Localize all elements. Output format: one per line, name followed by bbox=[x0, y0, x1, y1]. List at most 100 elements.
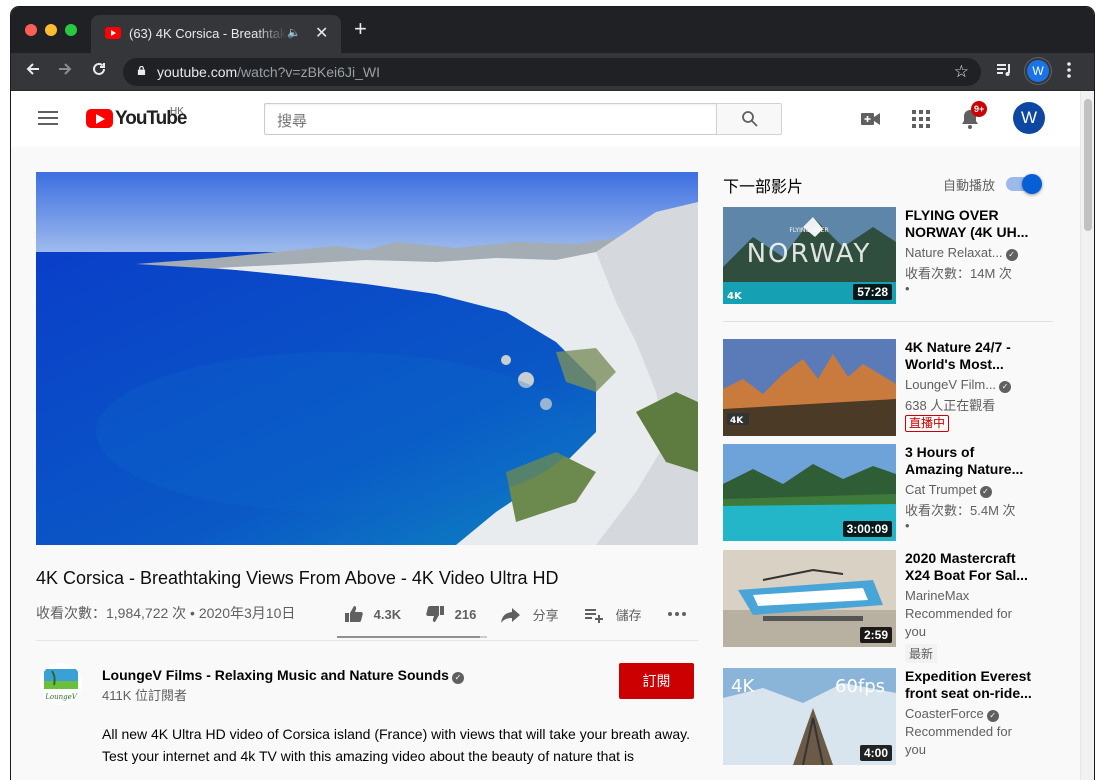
svg-text:NORWAY: NORWAY bbox=[747, 239, 872, 269]
share-button[interactable]: 分享 bbox=[501, 605, 559, 624]
video-thumbnail[interactable]: 4K 60fps 4:00 bbox=[723, 668, 896, 765]
rec-meta: 收看次數：5.4M 次 bbox=[905, 503, 1016, 518]
recommended-video[interactable]: 3:00:09 3 Hours of Amazing Nature... Cat… bbox=[723, 444, 1068, 542]
svg-text:4K: 4K bbox=[731, 676, 755, 697]
apps-grid-icon[interactable] bbox=[909, 107, 933, 131]
verified-check-icon: ✓ bbox=[979, 486, 992, 498]
rec-channel[interactable]: LoungeV Film... ✓ bbox=[905, 377, 1012, 393]
hamburger-menu-icon[interactable] bbox=[38, 111, 58, 125]
new-tab-button[interactable]: + bbox=[354, 18, 367, 40]
rec-title[interactable]: 3 Hours of Amazing Nature... bbox=[905, 444, 1033, 478]
speaker-icon[interactable]: 🔈 bbox=[287, 26, 301, 39]
svg-text:4K: 4K bbox=[727, 291, 743, 302]
save-label: 儲存 bbox=[615, 608, 642, 623]
save-button[interactable]: 儲存 bbox=[584, 605, 642, 624]
svg-text:60fps: 60fps bbox=[835, 676, 885, 697]
scrollbar-thumb[interactable] bbox=[1084, 99, 1092, 231]
live-badge: 直播中 bbox=[905, 415, 950, 432]
video-thumbnail[interactable]: 3:00:09 bbox=[723, 444, 896, 541]
toggle-knob[interactable] bbox=[1022, 174, 1042, 194]
rec-meta-2: you bbox=[905, 742, 926, 757]
video-player[interactable] bbox=[36, 172, 698, 545]
rec-meta-dot: • bbox=[905, 281, 910, 296]
like-ratio-fill bbox=[337, 636, 480, 638]
rec-channel[interactable]: CoasterForce ✓ bbox=[905, 706, 999, 722]
browser-toolbar: youtube.com/watch?v=zBKei6Ji_WI ☆ W bbox=[11, 53, 1094, 91]
autoplay-toggle[interactable] bbox=[1006, 174, 1042, 194]
video-duration: 57:28 bbox=[853, 284, 892, 300]
channel-avatar[interactable]: LoungeV bbox=[40, 663, 82, 705]
logo-region: HK bbox=[170, 106, 184, 117]
video-thumbnail[interactable]: 2:59 bbox=[723, 550, 896, 647]
svg-text:LoungeV: LoungeV bbox=[44, 693, 78, 701]
video-duration: 4:00 bbox=[859, 745, 892, 761]
address-bar[interactable]: youtube.com/watch?v=zBKei6Ji_WI ☆ bbox=[123, 58, 981, 86]
minimize-window-button[interactable] bbox=[45, 24, 57, 36]
bookmark-star-icon[interactable]: ☆ bbox=[954, 62, 969, 82]
svg-text:4K: 4K bbox=[730, 416, 744, 426]
kebab-menu-icon[interactable] bbox=[1066, 61, 1072, 84]
close-tab-icon[interactable]: ✕ bbox=[315, 23, 328, 43]
recommended-video[interactable]: 2:59 2020 Mastercraft X24 Boat For Sal..… bbox=[723, 550, 1068, 663]
rec-channel[interactable]: MarineMax bbox=[905, 588, 969, 603]
youtube-favicon-icon bbox=[105, 27, 121, 39]
svg-text:FLYING OVER: FLYING OVER bbox=[789, 227, 828, 234]
dislike-count: 216 bbox=[454, 607, 477, 622]
browser-profile-avatar[interactable]: W bbox=[1027, 60, 1049, 82]
account-avatar[interactable]: W bbox=[1013, 102, 1045, 134]
rec-meta: Recommended for bbox=[905, 724, 1012, 739]
subscribe-button[interactable]: 訂閱 bbox=[619, 663, 694, 699]
rec-meta-2: you bbox=[905, 624, 926, 639]
notification-count-badge: 9+ bbox=[971, 101, 988, 117]
back-arrow-icon[interactable] bbox=[25, 61, 41, 81]
rec-title[interactable]: Expedition Everest front seat on-ride... bbox=[905, 668, 1033, 702]
verified-check-icon: ✓ bbox=[1005, 249, 1018, 261]
rec-meta-dot: • bbox=[905, 518, 910, 533]
divider bbox=[36, 640, 698, 641]
youtube-play-logo-icon bbox=[86, 109, 113, 128]
rec-title[interactable]: FLYING OVER NORWAY (4K UH... bbox=[905, 207, 1033, 241]
autoplay-label: 自動播放 bbox=[943, 178, 996, 193]
forward-arrow-icon[interactable] bbox=[57, 61, 73, 81]
video-duration: 2:59 bbox=[859, 627, 892, 643]
video-thumbnail[interactable]: FLYING OVER NORWAY 4K 57:28 bbox=[723, 207, 896, 304]
more-actions-icon[interactable] bbox=[667, 605, 687, 620]
rec-channel[interactable]: Cat Trumpet ✓ bbox=[905, 482, 992, 498]
search-button[interactable] bbox=[716, 103, 782, 135]
close-window-button[interactable] bbox=[25, 24, 37, 36]
view-count-date: 收看次數：1,984,722 次 • 2020年3月10日 bbox=[36, 605, 296, 621]
media-playlist-icon[interactable] bbox=[995, 61, 1013, 84]
rec-title[interactable]: 2020 Mastercraft X24 Boat For Sal... bbox=[905, 550, 1033, 584]
recommended-video[interactable]: 4K 4K Nature 24/7 - World's Most... Loun… bbox=[723, 339, 1068, 437]
recommended-video[interactable]: FLYING OVER NORWAY 4K 57:28 FLYING OVER … bbox=[723, 207, 1068, 305]
reload-icon[interactable] bbox=[91, 61, 107, 81]
video-title: 4K Corsica - Breathtaking Views From Abo… bbox=[36, 568, 559, 588]
create-video-icon[interactable] bbox=[859, 107, 883, 131]
thumbs-up-icon bbox=[345, 606, 363, 622]
video-description: All new 4K Ultra HD video of Corsica isl… bbox=[102, 726, 690, 764]
rec-title[interactable]: 4K Nature 24/7 - World's Most... bbox=[905, 339, 1033, 373]
video-thumbnail[interactable]: 4K bbox=[723, 339, 896, 436]
rec-meta: 638 人正在觀看 bbox=[905, 398, 996, 413]
search-input[interactable]: 搜尋 bbox=[264, 103, 716, 135]
browser-window: (63) 4K Corsica - Breathtaking Views Fro… bbox=[11, 7, 1094, 780]
recommended-video[interactable]: 4K 60fps 4:00 Expedition Everest front s… bbox=[723, 668, 1068, 766]
browser-tab[interactable]: (63) 4K Corsica - Breathtaking Views Fro… bbox=[91, 15, 341, 53]
like-dislike-ratio-bar bbox=[337, 636, 487, 638]
section-divider bbox=[723, 321, 1053, 322]
new-badge: 最新 bbox=[905, 644, 938, 663]
video-duration: 3:00:09 bbox=[842, 521, 892, 537]
like-button[interactable]: 4.3K bbox=[344, 605, 401, 623]
rec-channel[interactable]: Nature Relaxat... ✓ bbox=[905, 245, 1018, 261]
rec-meta: 收看次數：14M 次 bbox=[905, 266, 1012, 281]
tab-bar: (63) 4K Corsica - Breathtaking Views Fro… bbox=[11, 7, 1094, 53]
url-text: youtube.com/watch?v=zBKei6Ji_WI bbox=[157, 64, 380, 80]
page-scrollbar[interactable] bbox=[1080, 91, 1094, 780]
corsica-coast-video-frame bbox=[36, 172, 698, 545]
subscriber-count: 411K 位訂閱者 bbox=[102, 688, 188, 703]
verified-check-icon: ✓ bbox=[986, 710, 999, 722]
tab-title: (63) 4K Corsica - Breathtaking Views Fro… bbox=[129, 26, 287, 41]
dislike-button[interactable]: 216 bbox=[425, 605, 476, 623]
channel-name[interactable]: LoungeV Films - Relaxing Music and Natur… bbox=[102, 667, 464, 684]
maximize-window-button[interactable] bbox=[65, 24, 77, 36]
